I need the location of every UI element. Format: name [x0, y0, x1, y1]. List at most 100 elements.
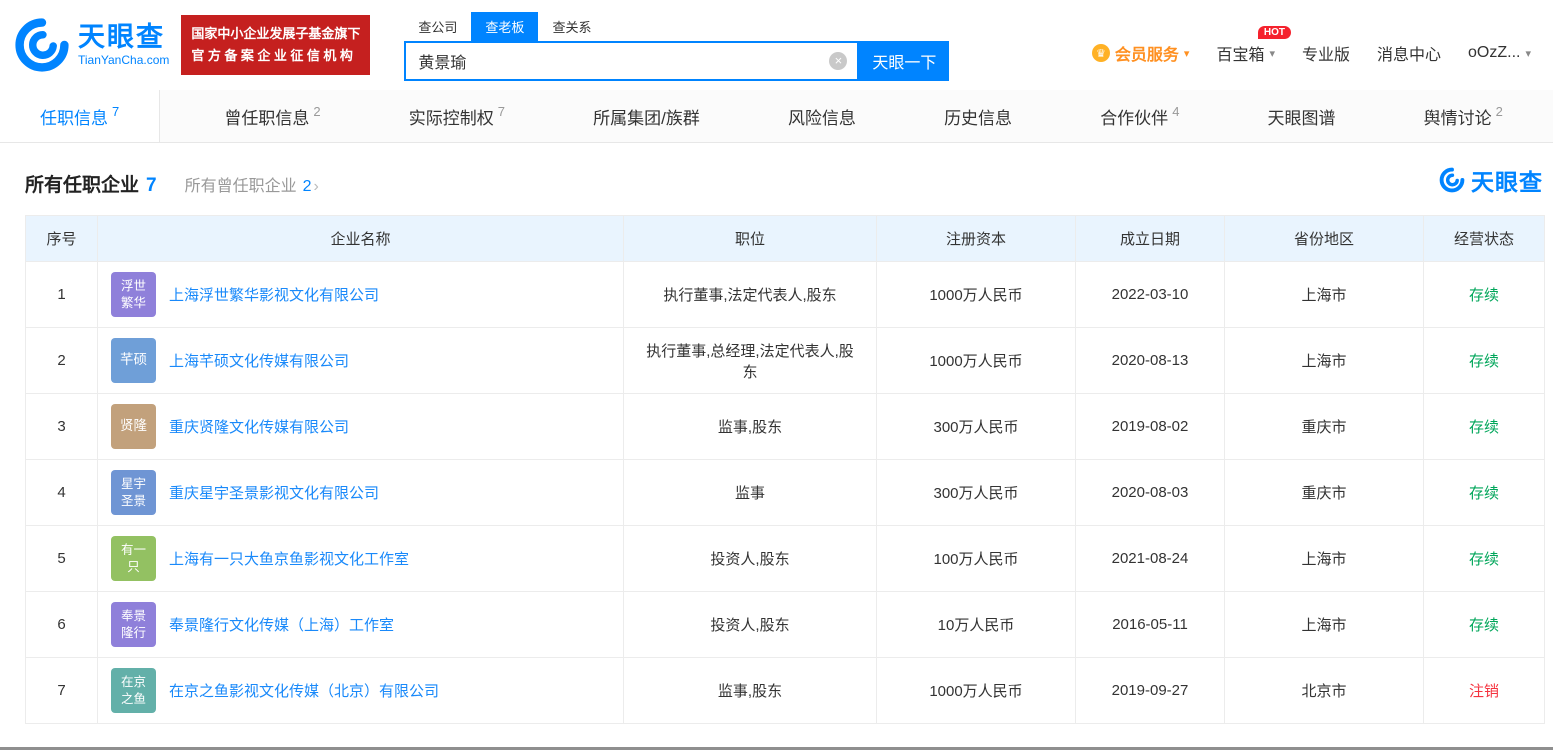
tab-label: 实际控制权	[408, 108, 494, 128]
company-cell: 浮世 繁华 上海浮世繁华影视文化有限公司	[97, 261, 624, 328]
company-cell: 星宇 圣景 重庆星宇圣景影视文化有限公司	[97, 459, 624, 526]
company-avatar[interactable]: 浮世 繁华	[111, 272, 156, 317]
topnav-label-user-menu: oOzZ...	[1468, 44, 1521, 61]
topnav-pro-version[interactable]: 专业版	[1302, 41, 1350, 65]
capital-cell: 300万人民币	[876, 393, 1076, 460]
search-tab-search-relation[interactable]: 查关系	[538, 12, 605, 41]
row-index: 6	[25, 591, 98, 658]
tianyancha-watermark-text: 天眼查	[1471, 169, 1543, 195]
company-link[interactable]: 奉景隆行文化传媒（上海）工作室	[169, 614, 394, 635]
tab-count: 4	[1172, 103, 1180, 119]
company-avatar[interactable]: 有一只	[111, 536, 156, 581]
capital-cell: 1000万人民币	[876, 657, 1076, 724]
column-header: 省份地区	[1224, 215, 1424, 262]
brand-domain: TianYanCha.com	[78, 52, 170, 67]
region-cell: 重庆市	[1224, 393, 1424, 460]
avatar-line: 浮世	[120, 278, 146, 293]
tab-employment-info[interactable]: 任职信息 7	[0, 90, 161, 142]
topnav-label-pro-version: 专业版	[1301, 47, 1350, 64]
capital-cell: 100万人民币	[876, 525, 1076, 592]
chevron-down-icon: ▾	[1525, 47, 1531, 60]
search-row: × 天眼一下	[404, 40, 950, 81]
chevron-down-icon: ▾	[1183, 47, 1190, 60]
tab-label: 曾任职信息	[224, 108, 310, 128]
topnav-label-vip-services: 会员服务	[1114, 47, 1179, 64]
tab-partners[interactable]: 合作伙伴 4	[1076, 90, 1203, 142]
capital-cell: 1000万人民币	[876, 261, 1076, 328]
company-wrap: 芊硕 上海芊硕文化传媒有限公司	[98, 330, 623, 391]
status-badge: 存续	[1423, 459, 1545, 526]
position-cell: 执行董事,总经理,法定代表人,股东	[623, 327, 877, 394]
position-cell: 投资人,股东	[623, 591, 877, 658]
search-button[interactable]: 天眼一下	[859, 40, 950, 81]
company-avatar[interactable]: 奉景 隆行	[111, 602, 156, 647]
search-type-tabs: 查公司 查老板 查关系	[404, 11, 949, 41]
avatar-line: 繁华	[120, 295, 146, 310]
topnav-label-toolbox: 百宝箱	[1216, 47, 1265, 64]
tab-group-cluster[interactable]: 所属集团/族群	[569, 90, 724, 142]
company-link[interactable]: 上海浮世繁华影视文化有限公司	[169, 284, 379, 305]
tab-public-opinion[interactable]: 舆情讨论 2	[1400, 90, 1527, 142]
established-date-cell: 2020-08-13	[1075, 327, 1225, 394]
avatar-line: 隆行	[120, 625, 146, 640]
table-row: 6 奉景 隆行 奉景隆行文化传媒（上海）工作室 投资人,股东 10万人民币 2016-05-…	[25, 591, 1545, 658]
row-index: 2	[25, 327, 98, 394]
logo-text: 天眼查 TianYanCha.com	[78, 22, 170, 67]
topnav-message-center[interactable]: 消息中心	[1377, 41, 1441, 65]
column-header: 注册资本	[876, 215, 1076, 262]
position-cell: 监事,股东	[623, 393, 877, 460]
company-link[interactable]: 重庆星宇圣景影视文化有限公司	[169, 482, 379, 503]
table-header-row: 序号 企业名称 职位 注册资本 成立日期 省份地区 经营状态	[25, 215, 1545, 262]
clear-icon[interactable]: ×	[829, 51, 848, 70]
company-avatar[interactable]: 贤隆	[111, 404, 156, 449]
tab-tianyan-graph[interactable]: 天眼图谱	[1244, 90, 1360, 142]
search-tab-search-boss[interactable]: 查老板	[471, 11, 539, 41]
tab-actual-control[interactable]: 实际控制权 7	[385, 90, 529, 142]
company-link[interactable]: 上海芊硕文化传媒有限公司	[169, 350, 349, 371]
company-avatar[interactable]: 星宇 圣景	[111, 470, 156, 515]
search-input[interactable]	[406, 51, 830, 70]
column-header: 序号	[25, 215, 98, 262]
table-row: 3 贤隆 重庆贤隆文化传媒有限公司 监事,股东 300万人民币 2019-08-02 重庆市…	[25, 393, 1545, 460]
company-link[interactable]: 在京之鱼影视文化传媒（北京）有限公司	[169, 680, 439, 701]
avatar-line: 星宇	[120, 476, 146, 491]
topnav-user-menu[interactable]: oOzZ... ▾	[1468, 44, 1531, 62]
section-title-count: 7	[146, 175, 157, 196]
tianyancha-logo[interactable]: 天眼查 TianYanCha.com	[14, 17, 169, 73]
tab-risk-info[interactable]: 风险信息	[764, 90, 880, 142]
topnav-vip-services[interactable]: ♛ 会员服务 ▾	[1091, 41, 1190, 65]
tab-history-info[interactable]: 历史信息	[920, 90, 1036, 142]
company-cell: 在京 之鱼 在京之鱼影视文化传媒（北京）有限公司	[97, 657, 624, 724]
company-avatar[interactable]: 芊硕	[111, 338, 156, 383]
established-date-cell: 2016-05-11	[1075, 591, 1225, 658]
region-cell: 上海市	[1224, 591, 1424, 658]
row-index: 7	[25, 657, 98, 724]
row-index: 1	[25, 261, 98, 328]
tianyancha-watermark: 天眼查	[1439, 163, 1543, 197]
tab-label: 风险信息	[787, 108, 856, 128]
topnav-label-message-center: 消息中心	[1377, 47, 1442, 64]
table-row: 4 星宇 圣景 重庆星宇圣景影视文化有限公司 监事 300万人民币 2020-08-03 重庆…	[25, 459, 1545, 526]
page: 天眼查 TianYanCha.com 国家中小企业发展子基金旗下 官方备案企业征…	[0, 0, 1553, 750]
region-cell: 重庆市	[1224, 459, 1424, 526]
company-link[interactable]: 重庆贤隆文化传媒有限公司	[169, 416, 349, 437]
company-link[interactable]: 上海有一只大鱼京鱼影视文化工作室	[169, 548, 409, 569]
region-cell: 上海市	[1224, 327, 1424, 394]
tab-past-employment-info[interactable]: 曾任职信息 2	[200, 90, 344, 142]
search-tab-search-company[interactable]: 查公司	[404, 12, 471, 41]
row-index: 3	[25, 393, 98, 460]
company-avatar[interactable]: 在京 之鱼	[111, 668, 156, 713]
tab-label: 任职信息	[40, 108, 108, 128]
past-companies-link[interactable]: 所有曾任职企业 2 ›	[185, 172, 319, 196]
region-cell: 上海市	[1224, 261, 1424, 328]
position-cell: 投资人,股东	[623, 525, 877, 592]
tab-label: 所属集团/族群	[593, 108, 700, 128]
established-date-cell: 2019-09-27	[1075, 657, 1225, 724]
avatar-line: 之鱼	[120, 691, 146, 706]
section-title-text: 所有任职企业	[25, 175, 140, 196]
topnav-toolbox[interactable]: 百宝箱 HOT ▾	[1216, 26, 1291, 65]
region-cell: 北京市	[1224, 657, 1424, 724]
row-index: 4	[25, 459, 98, 526]
column-header: 成立日期	[1075, 215, 1225, 262]
status-badge: 存续	[1423, 261, 1545, 328]
